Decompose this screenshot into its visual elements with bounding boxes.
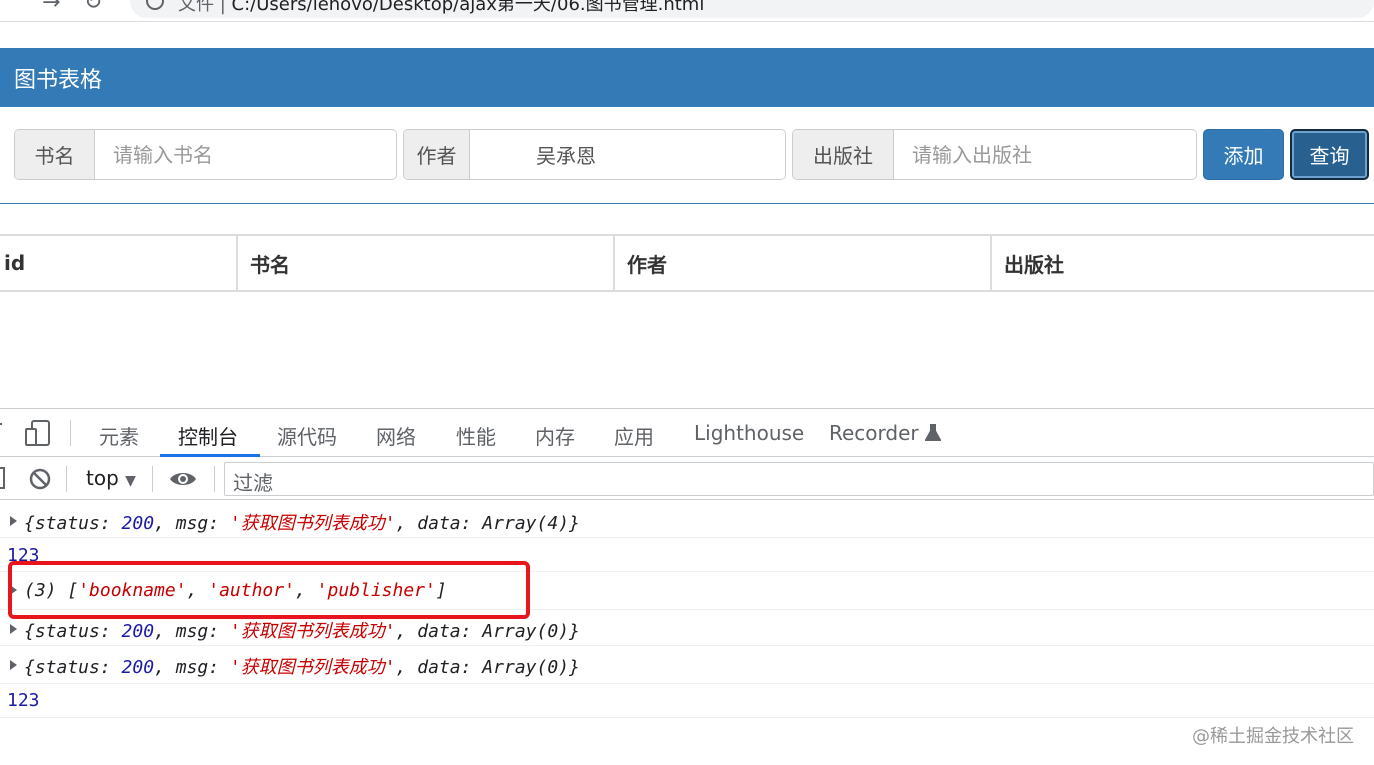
log-text: 123	[7, 690, 40, 711]
expand-triangle-icon[interactable]	[10, 660, 17, 670]
expand-triangle-icon[interactable]	[10, 624, 17, 634]
add-button[interactable]: 添加	[1203, 129, 1284, 180]
device-toolbar-icon[interactable]	[24, 419, 52, 447]
annotation-highlight-box	[8, 561, 530, 619]
context-selector[interactable]: top ▼	[86, 466, 136, 490]
tab-console[interactable]: 控制台	[178, 421, 238, 450]
browser-toolbar: → ↻ 文件 | C:/Users/lenovo/Desktop/ajax第一天…	[0, 0, 1374, 22]
inspect-element-icon[interactable]	[0, 422, 6, 444]
toolbar-divider	[214, 466, 215, 492]
toolbar-divider	[152, 466, 153, 492]
panel-heading: 图书表格	[0, 48, 1374, 107]
log-text: {status: 200, msg: '获取图书列表成功', data: Arr…	[24, 621, 580, 642]
tab-application[interactable]: 应用	[614, 421, 654, 450]
expand-triangle-icon[interactable]	[10, 516, 17, 526]
watermark: @稀土掘金技术社区	[1192, 726, 1354, 747]
live-expression-eye-icon[interactable]	[168, 468, 198, 490]
publisher-input-group: 出版社	[792, 129, 1197, 180]
context-label: top	[86, 466, 119, 490]
bookname-input-group: 书名	[14, 129, 397, 180]
devtools-tab-bar: 元素 控制台 源代码 网络 性能 内存 应用 Lighthouse Record…	[0, 409, 1374, 457]
tab-memory[interactable]: 内存	[535, 421, 575, 450]
publisher-input[interactable]	[894, 130, 1196, 179]
address-bar[interactable]: 文件 | C:/Users/lenovo/Desktop/ajax第一天/06.…	[130, 0, 1374, 18]
dropdown-arrow-icon: ▼	[125, 473, 136, 489]
tab-recorder-label: Recorder	[829, 421, 919, 445]
column-header-author: 作者	[627, 252, 667, 277]
log-text: {status: 200, msg: '获取图书列表成功', data: Arr…	[24, 657, 580, 678]
clear-console-icon[interactable]	[28, 467, 52, 491]
author-input-group: 作者	[403, 129, 786, 180]
console-log-object[interactable]: {status: 200, msg: '获取图书列表成功', data: Arr…	[0, 646, 1374, 684]
url-text: 文件 | C:/Users/lenovo/Desktop/ajax第一天/06.…	[178, 0, 705, 15]
info-icon[interactable]	[146, 0, 164, 10]
tab-performance[interactable]: 性能	[456, 421, 496, 450]
publisher-label: 出版社	[793, 130, 894, 179]
tab-network[interactable]: 网络	[376, 421, 416, 450]
column-header-id: id	[4, 251, 26, 275]
forward-arrow-icon[interactable]: →	[42, 0, 60, 15]
bookname-input[interactable]	[95, 130, 396, 179]
filter-placeholder: 过滤	[233, 471, 273, 495]
query-button[interactable]: 查询	[1290, 129, 1369, 180]
tab-recorder[interactable]: Recorder	[829, 421, 942, 445]
sidebar-toggle-icon[interactable]	[0, 467, 5, 489]
active-tab-indicator	[160, 454, 260, 457]
flask-icon	[924, 424, 942, 441]
divider	[0, 203, 1374, 204]
bookname-label: 书名	[15, 130, 95, 179]
author-input[interactable]	[470, 130, 785, 179]
log-text: {status: 200, msg: '获取图书列表成功', data: Arr…	[24, 513, 580, 534]
console-log-object[interactable]: {status: 200, msg: '获取图书列表成功', data: Arr…	[0, 502, 1374, 538]
book-table-header: id 书名 作者 出版社	[0, 234, 1374, 292]
reload-icon[interactable]: ↻	[84, 0, 102, 15]
toolbar-divider	[66, 466, 67, 492]
toolbar-divider	[70, 420, 71, 446]
author-label: 作者	[404, 130, 470, 179]
console-toolbar: top ▼ 过滤	[0, 458, 1374, 500]
tab-elements[interactable]: 元素	[99, 421, 139, 450]
tab-sources[interactable]: 源代码	[277, 421, 337, 450]
console-log-number: 123	[0, 684, 1374, 718]
panel-title: 图书表格	[14, 68, 103, 93]
column-header-publisher: 出版社	[1004, 252, 1064, 277]
tab-lighthouse[interactable]: Lighthouse	[694, 421, 804, 445]
column-header-bookname: 书名	[250, 252, 290, 277]
console-filter-input[interactable]: 过滤	[224, 462, 1374, 496]
